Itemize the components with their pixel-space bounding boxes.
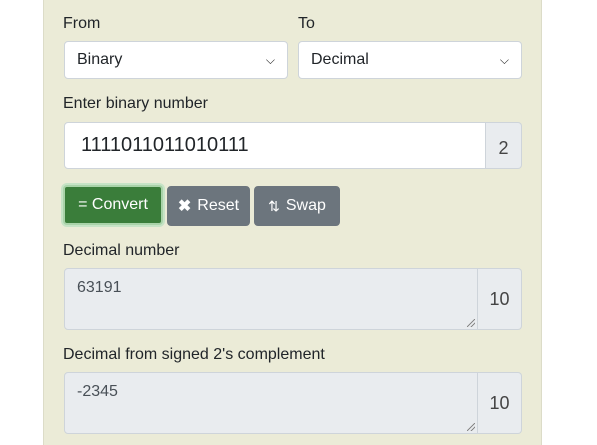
- from-select[interactable]: Binary ⌵: [64, 41, 288, 79]
- from-label: From: [63, 15, 101, 32]
- convert-button-label: = Convert: [78, 196, 148, 213]
- decimal-output-group: 63191 10: [64, 268, 522, 330]
- close-icon: ✖: [177, 198, 192, 215]
- chevron-down-icon: ⌵: [265, 52, 275, 67]
- input-base-addon: 2: [486, 122, 522, 169]
- to-select[interactable]: Decimal ⌵: [298, 41, 522, 79]
- from-select-value: Binary: [77, 51, 123, 68]
- swap-button-label: Swap: [285, 197, 326, 214]
- resize-handle-icon[interactable]: [467, 319, 475, 327]
- to-select-value: Decimal: [311, 51, 369, 68]
- decimal-label: Decimal number: [63, 242, 180, 259]
- signed-output-value: -2345: [77, 383, 118, 400]
- binary-input[interactable]: 1111011011010111: [64, 122, 486, 169]
- binary-input-group: 1111011011010111 2: [64, 122, 522, 169]
- swap-icon: ⇅: [268, 197, 280, 214]
- chevron-down-icon: ⌵: [499, 52, 509, 67]
- to-label: To: [298, 15, 315, 32]
- reset-button-label: Reset: [197, 197, 240, 214]
- resize-handle-icon[interactable]: [467, 423, 475, 431]
- signed-label: Decimal from signed 2's complement: [63, 346, 325, 363]
- decimal-base-addon: 10: [478, 268, 522, 330]
- decimal-base-label: 10: [489, 288, 510, 309]
- signed-base-label: 10: [489, 392, 510, 413]
- decimal-output-value: 63191: [77, 279, 122, 296]
- signed-output-group: -2345 10: [64, 372, 522, 434]
- input-label: Enter binary number: [63, 95, 208, 112]
- reset-button[interactable]: ✖ Reset: [167, 186, 250, 226]
- binary-input-value: 1111011011010111: [81, 134, 249, 156]
- signed-base-addon: 10: [478, 372, 522, 434]
- swap-button[interactable]: ⇅ Swap: [254, 186, 340, 226]
- signed-output[interactable]: -2345: [64, 372, 478, 434]
- decimal-output[interactable]: 63191: [64, 268, 478, 330]
- input-base-label: 2: [498, 138, 509, 158]
- convert-button[interactable]: = Convert: [63, 185, 163, 225]
